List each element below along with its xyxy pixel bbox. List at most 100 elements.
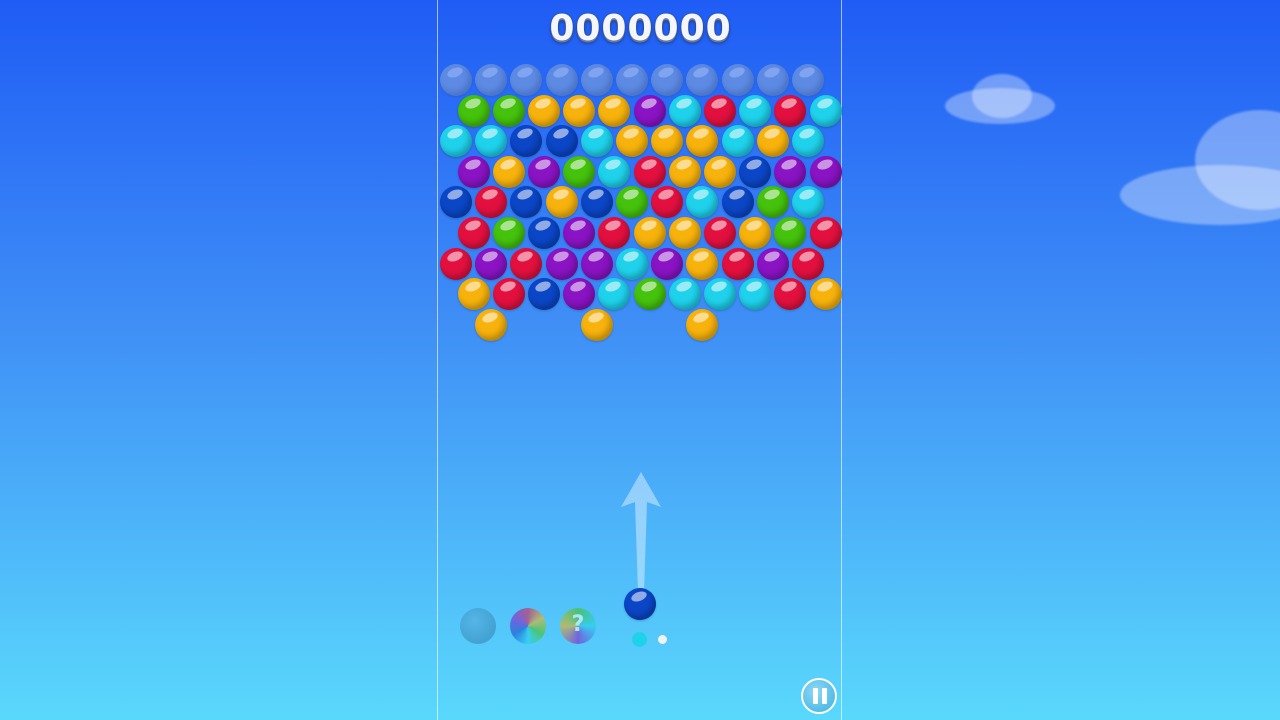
bomb-icon[interactable] [460,608,496,644]
rainbow-ball-icon[interactable] [510,608,546,644]
bubble-cyan [475,125,508,158]
ghost-bubble [545,64,578,96]
bubble-yellow [598,94,631,127]
bubble-purple [580,247,613,280]
bubble-blue [721,186,754,219]
ghost-bubble [440,64,472,96]
bubble-red [633,155,666,188]
bubble-blue [528,217,560,249]
bubble-purple [528,155,560,188]
bubble-cyan [668,278,701,311]
bubble-blue [580,186,613,219]
pause-icon [822,688,827,704]
ghost-bubble [510,64,543,96]
ghost-bubble [756,64,789,96]
next-bubble-preview [658,635,667,644]
ghost-bubble [616,64,648,96]
bubble-blue [545,125,578,158]
bubble-red [475,186,508,219]
bubble-red [510,247,543,280]
cloud [972,74,1032,118]
bubble-red [774,278,807,311]
bubble-yellow [739,217,772,249]
bubble-cyan [739,94,772,127]
playfield[interactable]: 0000000 ? [437,0,842,720]
bubble-purple [563,217,596,249]
bubble-green [774,217,807,249]
bubble-cyan [616,247,648,280]
score-display: 0000000 [549,8,732,49]
bubble-blue [528,278,560,311]
bubble-red [457,217,490,249]
bubble-red [721,247,754,280]
bubble-yellow [668,217,701,249]
bubble-yellow [545,186,578,219]
bubble-cyan [440,125,472,158]
ghost-bubble [580,64,613,96]
bubble-yellow [457,278,490,311]
bubble-green [492,217,525,249]
bubble-cyan [739,278,772,311]
bubble-cyan [809,94,842,127]
bubble-purple [457,155,490,188]
bubble-green [756,186,789,219]
bubble-yellow [580,308,613,341]
bubble-red [704,217,736,249]
game-stage[interactable]: 0000000 ? [0,0,1280,720]
bubble-yellow [756,125,789,158]
bubble-cyan [686,186,719,219]
pause-icon [813,688,818,704]
bubble-purple [809,155,842,188]
bubble-red [651,186,684,219]
bubble-cyan [721,125,754,158]
bubble-yellow [633,217,666,249]
bubble-red [809,217,842,249]
bubble-cyan [598,155,631,188]
next-bubble [632,632,647,647]
bubble-blue [440,186,472,219]
bubble-purple [545,247,578,280]
bubble-green [616,186,648,219]
bubble-cyan [792,186,824,219]
bubble-purple [633,94,666,127]
bubble-yellow [651,125,684,158]
bubble-cyan [792,125,824,158]
bubble-green [633,278,666,311]
bubble-purple [651,247,684,280]
question-ball-icon[interactable]: ? [560,608,596,644]
aim-arrow-icon [621,472,661,592]
bubble-cyan [704,278,736,311]
bubble-purple [756,247,789,280]
bubble-cyan [668,94,701,127]
bubble-red [598,217,631,249]
bubble-red [774,94,807,127]
bubble-yellow [616,125,648,158]
bubble-yellow [475,308,508,341]
bubble-purple [774,155,807,188]
bubble-red [792,247,824,280]
bubble-yellow [563,94,596,127]
bubble-green [457,94,490,127]
ghost-bubble [475,64,508,96]
bubble-red [704,94,736,127]
bubble-yellow [704,155,736,188]
question-mark-icon: ? [571,612,585,637]
bubble-green [563,155,596,188]
bubble-green [492,94,525,127]
bubble-purple [563,278,596,311]
bubble-yellow [528,94,560,127]
bubble-yellow [686,247,719,280]
bubble-blue [510,186,543,219]
bubble-red [440,247,472,280]
ghost-bubble [792,64,824,96]
shooter-bubble[interactable] [624,588,656,620]
bubble-blue [510,125,543,158]
bubble-yellow [492,155,525,188]
bubble-yellow [686,308,719,341]
bubble-yellow [668,155,701,188]
pause-button[interactable] [801,678,837,714]
ghost-bubble [686,64,719,96]
bubble-red [492,278,525,311]
bubble-cyan [580,125,613,158]
bubble-blue [739,155,772,188]
